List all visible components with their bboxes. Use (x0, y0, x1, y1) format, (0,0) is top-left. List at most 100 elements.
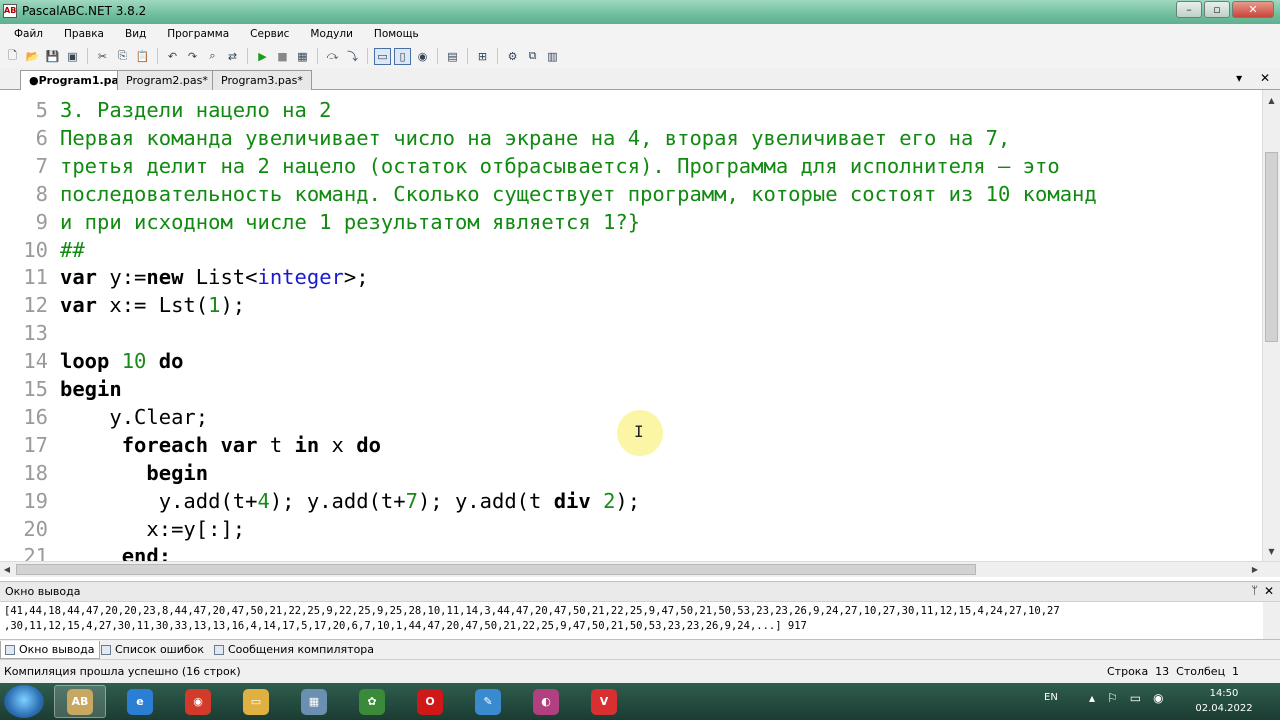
line-number: 18 (23, 460, 48, 485)
settings-icon[interactable]: ⚙ (504, 48, 521, 65)
code-token: 1 (208, 293, 221, 318)
save-all-icon[interactable]: ▣ (64, 48, 81, 65)
find-icon[interactable]: ⌕ (204, 48, 221, 65)
scroll-down-icon[interactable]: ▼ (1263, 545, 1280, 559)
pin-icon[interactable]: ᛘ (1251, 584, 1258, 597)
taskbar-app[interactable]: ✿ (346, 685, 398, 718)
menu-view[interactable]: Вид (111, 28, 153, 40)
menu-modules[interactable]: Модули (296, 28, 360, 40)
code-token: ); y.add(t (417, 488, 554, 513)
toolbar-separator (247, 48, 248, 64)
code-text: Первая команда увеличивает число на экра… (60, 124, 1010, 152)
breakpoint-icon[interactable]: ◉ (414, 48, 431, 65)
windows-icon[interactable]: ⧉ (524, 48, 541, 65)
menu-program[interactable]: Программа (153, 28, 236, 40)
taskbar-app[interactable]: ▦ (288, 685, 340, 718)
taskbar-app[interactable]: ✎ (462, 685, 514, 718)
compile-icon[interactable]: ▤ (444, 48, 461, 65)
paste-icon[interactable]: 📋 (134, 48, 151, 65)
taskbar-app[interactable]: V (578, 685, 630, 718)
code-token: ## (60, 237, 85, 262)
start-button[interactable] (4, 685, 44, 718)
taskbar-app[interactable]: ◐ (520, 685, 572, 718)
close-tab-icon[interactable]: ✕ (1260, 71, 1270, 85)
tray-icons[interactable]: ▴⚐▭◉ (1089, 691, 1176, 705)
help-icon[interactable]: ▥ (544, 48, 561, 65)
minimize-button[interactable]: – (1176, 1, 1202, 18)
step-over-icon[interactable]: ⤼ (324, 48, 341, 65)
file-tabs: ●Program1.pas* Program2.pas* Program3.pa… (0, 68, 1280, 91)
new-file-icon[interactable]: 🗋 (4, 48, 21, 65)
taskbar: AB e ◉ ▭ ▦ ✿ O ✎ ◐ V EN ▴⚐▭◉ 14:50 02.04.2022 (0, 683, 1280, 720)
taskbar-app[interactable]: e (114, 685, 166, 718)
taskbar-app[interactable]: ◉ (172, 685, 224, 718)
line-view-icon[interactable]: ▯ (394, 47, 411, 65)
code-token: t (257, 432, 295, 457)
turtle-icon: ✿ (359, 688, 385, 715)
taskbar-app[interactable]: O (404, 685, 456, 718)
close-output-icon[interactable]: ✕ (1264, 584, 1274, 598)
cut-icon[interactable]: ✂ (94, 48, 111, 65)
menu-service[interactable]: Сервис (236, 28, 296, 40)
maximize-button[interactable]: ▫ (1204, 1, 1230, 18)
tab-error-list[interactable]: Список ошибок (97, 641, 209, 659)
taskbar-app[interactable]: AB (54, 685, 106, 718)
code-token: x (319, 432, 357, 457)
line-number: 9 (35, 209, 48, 234)
menu-file[interactable]: Файл (0, 28, 50, 40)
code-text: третья делит на 2 нацело (остаток отбрас… (60, 152, 1060, 180)
line-number: 11 (23, 265, 48, 290)
tab-compiler-messages[interactable]: Сообщения компилятора (210, 641, 379, 659)
step-into-icon[interactable]: ⤵ (344, 48, 361, 65)
code-token: y.add(t+ (60, 488, 258, 513)
code-token: третья делит на 2 нацело (остаток отбрас… (60, 153, 1060, 178)
editor-horizontal-scrollbar[interactable]: ◀ ▶ (0, 561, 1280, 577)
run-icon[interactable]: ▶ (254, 48, 271, 65)
horizontal-scroll-thumb[interactable] (16, 564, 976, 575)
code-token: 2 (603, 488, 616, 513)
tab-program3[interactable]: Program3.pas* (212, 70, 312, 90)
debug-icon[interactable]: ▦ (294, 48, 311, 65)
output-panel[interactable]: [41,44,18,44,47,20,20,23,8,44,47,20,47,5… (0, 601, 1280, 639)
code-token: loop (60, 349, 110, 374)
scroll-left-icon[interactable]: ◀ (0, 562, 14, 577)
scroll-up-icon[interactable]: ▲ (1263, 94, 1280, 108)
open-file-icon[interactable]: 📂 (24, 48, 41, 65)
code-editor[interactable]: 21 end; 20 x:=y[:]; 19 y.add(t+4); y.add(t… (0, 90, 1262, 561)
clock[interactable]: 14:50 02.04.2022 (1184, 686, 1264, 716)
menu-edit[interactable]: Правка (50, 28, 111, 40)
output-line: [41,44,18,44,47,20,20,23,8,44,47,20,47,5… (4, 605, 1060, 617)
format-icon[interactable]: ⊞ (474, 48, 491, 65)
code-token: foreach (121, 432, 209, 457)
output-scrollbar[interactable] (1263, 602, 1280, 639)
tab-program2[interactable]: Program2.pas* (117, 70, 217, 90)
code-token: y:= (97, 265, 147, 290)
close-button[interactable]: ✕ (1232, 1, 1274, 18)
toolbar-separator (157, 48, 158, 64)
language-indicator[interactable]: EN (1044, 692, 1058, 703)
vertical-scroll-thumb[interactable] (1265, 152, 1278, 342)
line-number: 7 (35, 153, 48, 178)
taskbar-app[interactable]: ▭ (230, 685, 282, 718)
tab-list-icon[interactable]: ▾ (1236, 71, 1242, 85)
code-text: foreach var t in x do (60, 431, 381, 459)
compiler-messages-icon (214, 645, 224, 655)
opera-icon: O (417, 688, 443, 715)
stop-icon[interactable]: ■ (274, 48, 291, 65)
scroll-right-icon[interactable]: ▶ (1248, 562, 1262, 577)
code-text: loop 10 do (60, 347, 183, 375)
save-icon[interactable]: 💾 (44, 48, 61, 65)
toolbar-separator (467, 48, 468, 64)
editor-vertical-scrollbar[interactable]: ▲ ▼ (1262, 90, 1280, 561)
undo-icon[interactable]: ↶ (164, 48, 181, 65)
menu-help[interactable]: Помощь (360, 28, 426, 40)
output-view-icon[interactable]: ▭ (374, 47, 391, 65)
redo-icon[interactable]: ↷ (184, 48, 201, 65)
tab-output-window[interactable]: Окно вывода (0, 641, 101, 659)
code-text: var y:=new List<integer>; (60, 263, 369, 291)
replace-icon[interactable]: ⇄ (224, 48, 241, 65)
copy-icon[interactable]: ⎘ (114, 48, 131, 65)
